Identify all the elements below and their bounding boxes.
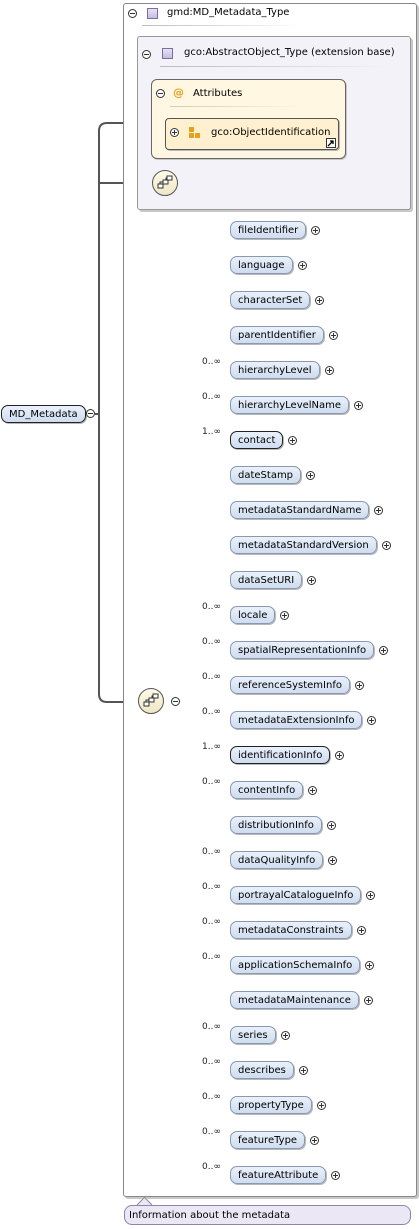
element-fileIdentifier[interactable]: fileIdentifier bbox=[230, 221, 307, 239]
expand-propertyType-toggle[interactable] bbox=[317, 1101, 326, 1110]
expand-identificationInfo-toggle[interactable] bbox=[335, 751, 344, 760]
element-metadataStandardName[interactable]: metadataStandardName bbox=[230, 501, 370, 519]
expand-hierarchyLevelName-toggle[interactable] bbox=[354, 401, 363, 410]
multiplicity-label: 0..∞ bbox=[202, 1127, 221, 1137]
element-contentInfo[interactable]: contentInfo bbox=[230, 781, 304, 799]
attribute-at-icon: @ bbox=[173, 86, 184, 99]
collapse-type-toggle[interactable] bbox=[128, 9, 137, 18]
multiplicity-label: 0..∞ bbox=[202, 1162, 221, 1172]
multiplicity-label: 0..∞ bbox=[202, 602, 221, 612]
element-portrayalCatalogueInfo[interactable]: portrayalCatalogueInfo bbox=[230, 886, 362, 904]
element-characterSet[interactable]: characterSet bbox=[230, 291, 311, 309]
collapse-base-toggle[interactable] bbox=[142, 50, 151, 59]
expand-characterSet-toggle[interactable] bbox=[315, 296, 324, 305]
type-title: gmd:MD_Metadata_Type bbox=[167, 7, 290, 18]
base-title: gco:AbstractObject_Type (extension base) bbox=[184, 47, 395, 58]
base-title-underline bbox=[160, 66, 390, 67]
multiplicity-label: 0..∞ bbox=[202, 637, 221, 647]
element-parentIdentifier[interactable]: parentIdentifier bbox=[230, 326, 324, 344]
element-spatialRepresentationInfo[interactable]: spatialRepresentationInfo bbox=[230, 641, 375, 659]
multiplicity-label: 0..∞ bbox=[202, 847, 221, 857]
expand-referenceSystemInfo-toggle[interactable] bbox=[355, 681, 364, 690]
base-type-icon bbox=[162, 48, 173, 59]
element-metadataMaintenance[interactable]: metadataMaintenance bbox=[230, 991, 359, 1009]
expand-applicationSchemaInfo-toggle[interactable] bbox=[365, 961, 374, 970]
attributes-title-underline bbox=[170, 106, 300, 107]
expand-contact-toggle[interactable] bbox=[288, 436, 297, 445]
multiplicity-label: 0..∞ bbox=[202, 1092, 221, 1102]
attribute-group-label: gco:ObjectIdentification bbox=[211, 127, 331, 138]
multiplicity-label: 0..∞ bbox=[202, 672, 221, 682]
element-metadataStandardVersion[interactable]: metadataStandardVersion bbox=[230, 536, 377, 554]
expand-distributionInfo-toggle[interactable] bbox=[327, 821, 336, 830]
element-propertyType[interactable]: propertyType bbox=[230, 1096, 312, 1114]
element-dateStamp[interactable]: dateStamp bbox=[230, 466, 302, 484]
expand-dateStamp-toggle[interactable] bbox=[306, 471, 315, 480]
element-dataSetURI[interactable]: dataSetURI bbox=[230, 571, 303, 589]
element-locale[interactable]: locale bbox=[230, 606, 276, 624]
collapse-sequence-toggle[interactable] bbox=[171, 697, 180, 706]
element-contact[interactable]: contact bbox=[230, 431, 284, 449]
element-featureAttribute[interactable]: featureAttribute bbox=[230, 1166, 327, 1184]
multiplicity-label: 0..∞ bbox=[202, 1057, 221, 1067]
expand-attribute-group-toggle[interactable] bbox=[170, 128, 179, 137]
expand-language-toggle[interactable] bbox=[298, 261, 307, 270]
element-identificationInfo[interactable]: identificationInfo bbox=[230, 746, 331, 764]
expand-parentIdentifier-toggle[interactable] bbox=[329, 331, 338, 340]
main-sequence-compositor[interactable] bbox=[138, 688, 164, 714]
expand-fileIdentifier-toggle[interactable] bbox=[311, 226, 320, 235]
expand-contentInfo-toggle[interactable] bbox=[308, 786, 317, 795]
element-hierarchyLevelName[interactable]: hierarchyLevelName bbox=[230, 396, 350, 414]
element-referenceSystemInfo[interactable]: referenceSystemInfo bbox=[230, 676, 350, 694]
element-featureType[interactable]: featureType bbox=[230, 1131, 306, 1149]
multiplicity-label: 1..∞ bbox=[202, 427, 221, 437]
expand-metadataStandardVersion-toggle[interactable] bbox=[382, 541, 391, 550]
expand-describes-toggle[interactable] bbox=[299, 1066, 308, 1075]
expand-locale-toggle[interactable] bbox=[280, 611, 289, 620]
expand-metadataExtensionInfo-toggle[interactable] bbox=[367, 716, 376, 725]
attributes-title: Attributes bbox=[193, 88, 243, 99]
expand-hierarchyLevel-toggle[interactable] bbox=[325, 366, 334, 375]
root-element-md-metadata[interactable]: MD_Metadata bbox=[1, 405, 86, 423]
element-metadataExtensionInfo[interactable]: metadataExtensionInfo bbox=[230, 711, 363, 729]
collapse-root-toggle[interactable] bbox=[86, 409, 95, 418]
element-series[interactable]: series bbox=[230, 1026, 276, 1044]
expand-spatialRepresentationInfo-toggle[interactable] bbox=[379, 646, 388, 655]
multiplicity-label: 0..∞ bbox=[202, 707, 221, 717]
expand-portrayalCatalogueInfo-toggle[interactable] bbox=[366, 891, 375, 900]
element-metadataConstraints[interactable]: metadataConstraints bbox=[230, 921, 352, 939]
documentation-note: Information about the metadata bbox=[124, 1205, 411, 1225]
expand-series-toggle[interactable] bbox=[281, 1031, 290, 1040]
expand-metadataMaintenance-toggle[interactable] bbox=[364, 996, 373, 1005]
multiplicity-label: 1..∞ bbox=[202, 742, 221, 752]
expand-metadataConstraints-toggle[interactable] bbox=[357, 926, 366, 935]
multiplicity-label: 0..∞ bbox=[202, 917, 221, 927]
expand-dataSetURI-toggle[interactable] bbox=[307, 576, 316, 585]
base-sequence-compositor[interactable] bbox=[152, 170, 178, 196]
expand-dataQualityInfo-toggle[interactable] bbox=[328, 856, 337, 865]
element-hierarchyLevel[interactable]: hierarchyLevel bbox=[230, 361, 320, 379]
multiplicity-label: 0..∞ bbox=[202, 392, 221, 402]
expand-featureAttribute-toggle[interactable] bbox=[331, 1171, 340, 1180]
expand-metadataStandardName-toggle[interactable] bbox=[374, 506, 383, 515]
multiplicity-label: 0..∞ bbox=[202, 1022, 221, 1032]
element-language[interactable]: language bbox=[230, 256, 293, 274]
element-applicationSchemaInfo[interactable]: applicationSchemaInfo bbox=[230, 956, 361, 974]
multiplicity-label: 0..∞ bbox=[202, 777, 221, 787]
shortcut-arrow-icon bbox=[326, 138, 336, 148]
collapse-attributes-toggle[interactable] bbox=[156, 89, 165, 98]
element-describes[interactable]: describes bbox=[230, 1061, 294, 1079]
multiplicity-label: 0..∞ bbox=[202, 357, 221, 367]
type-title-underline bbox=[142, 25, 302, 26]
attribute-group-icon bbox=[189, 127, 201, 139]
multiplicity-label: 0..∞ bbox=[202, 882, 221, 892]
multiplicity-label: 0..∞ bbox=[202, 952, 221, 962]
complex-type-icon bbox=[147, 8, 158, 19]
element-dataQualityInfo[interactable]: dataQualityInfo bbox=[230, 851, 324, 869]
expand-featureType-toggle[interactable] bbox=[310, 1136, 319, 1145]
element-distributionInfo[interactable]: distributionInfo bbox=[230, 816, 322, 834]
